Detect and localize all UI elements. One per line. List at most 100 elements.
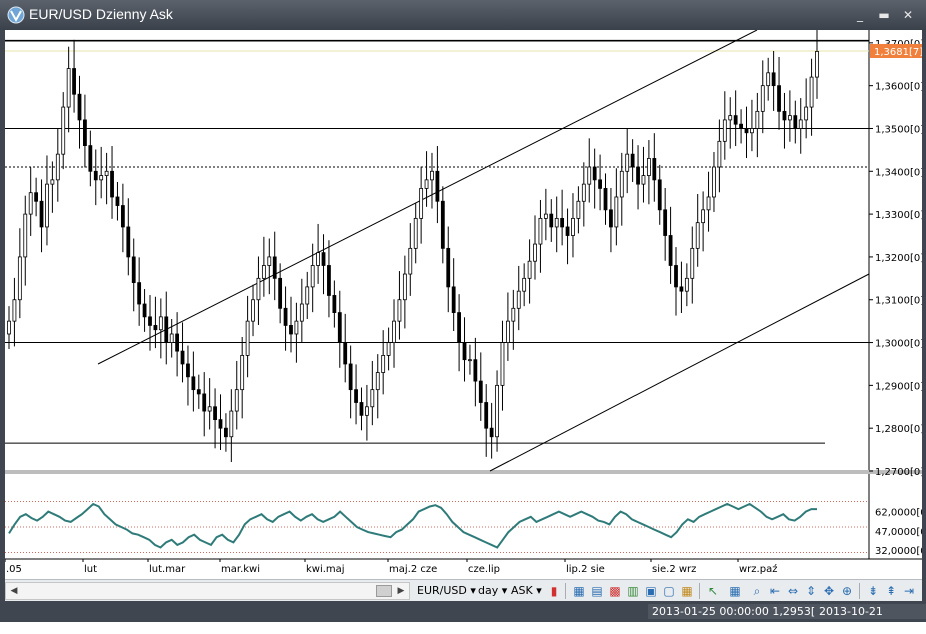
candle-body	[630, 153, 635, 168]
candle-body	[229, 410, 234, 438]
candle-body	[684, 277, 689, 292]
candle-body	[131, 256, 136, 284]
price-tick-label: 1,2800[0]	[875, 424, 922, 435]
save-template-icon[interactable]: ▦	[679, 583, 695, 599]
candle-body	[576, 200, 581, 219]
side-dropdown[interactable]: ASK ▾	[511, 583, 542, 599]
candle-body	[224, 427, 228, 438]
candle-body	[283, 307, 288, 326]
candle-body	[158, 316, 163, 331]
candle-body	[359, 402, 364, 416]
candle-body	[17, 256, 22, 301]
price-chart[interactable]: 1,2700[0] 1,2800[0] 1,2900[0] 1,3000[0] 1,31…	[5, 30, 922, 579]
template-icon[interactable]: ▢	[661, 583, 677, 599]
chart-area[interactable]: 1,2700[0] 1,2800[0] 1,2900[0] 1,3000[0] 1,31…	[5, 30, 922, 579]
candle-body	[565, 226, 570, 236]
indicator-tick-label: 62,0000[0]	[875, 508, 922, 519]
candle-body	[386, 342, 391, 356]
zoom-icon[interactable]: ⌕	[749, 583, 765, 599]
scroll-right-icon[interactable]: ▶	[395, 585, 407, 597]
scroll-start-icon[interactable]: ⇤	[767, 583, 783, 599]
candle-body	[316, 252, 321, 266]
candle-body	[175, 333, 180, 352]
trendline-lower	[489, 273, 870, 472]
timeframe-dropdown[interactable]: day ▾	[478, 583, 507, 599]
shrink-vertical-icon[interactable]: ✥	[821, 583, 837, 599]
chart-layout-icon[interactable]: ▤	[589, 583, 605, 599]
candle-body	[560, 217, 565, 228]
candle-body	[728, 115, 733, 121]
draw-tools-icon[interactable]: ▦	[727, 583, 743, 599]
indicator-icon[interactable]: ▣	[643, 583, 659, 599]
mouse-mode-icon[interactable]: ⇟	[865, 583, 881, 599]
title-bar[interactable]: EUR/USD Dzienny Ask _ ▬ ✕	[0, 0, 926, 30]
scroll-thumb[interactable]	[376, 585, 392, 597]
maximize-button[interactable]: ▬	[876, 8, 892, 22]
candle-body	[77, 93, 82, 121]
candle-body	[186, 363, 190, 378]
indicator-tick-label: 47,0000[0]	[875, 527, 922, 538]
horizontal-scrollbar[interactable]: ◀ ▶	[5, 582, 410, 600]
candle-body	[695, 222, 700, 249]
candle-body	[299, 303, 304, 322]
time-axis-label: lip.2 sie	[566, 564, 605, 575]
candle-body	[305, 286, 310, 305]
crosshair-icon[interactable]: ⇞	[883, 583, 899, 599]
candle-type-icon[interactable]: ▮	[546, 583, 562, 599]
chart-color-icon[interactable]: ▩	[607, 583, 623, 599]
chart-toolbar: ◀ ▶ EUR/USD ▾ day ▾ ASK ▾ ▮ ▦ ▤ ▩ ▥ ▣ ▢ …	[5, 579, 922, 602]
candle-body	[256, 277, 261, 301]
candle-body	[771, 72, 776, 87]
indicator-tick-label: 32,0000[0]	[875, 546, 922, 557]
scroll-end-icon[interactable]: ⇥	[901, 583, 917, 599]
candle-body	[462, 342, 467, 361]
time-axis-label: wrz.paź	[739, 563, 777, 575]
candle-body	[598, 179, 602, 189]
cursor-info: 2013-01-25 00:00:00 1,2953[7]	[648, 604, 831, 619]
candle-body	[516, 290, 521, 309]
candle-body	[717, 140, 722, 168]
candle-body	[733, 115, 738, 125]
minimize-button[interactable]: _	[852, 8, 868, 22]
candle-body	[744, 128, 749, 134]
chart-grid-icon[interactable]: ▦	[571, 583, 587, 599]
symbol-dropdown[interactable]: EUR/USD ▾	[417, 583, 476, 599]
scroll-left-icon[interactable]: ◀	[8, 585, 20, 597]
close-button[interactable]: ✕	[900, 8, 916, 22]
candle-icon[interactable]: ▥	[625, 583, 641, 599]
zoom-reset-icon[interactable]: ⊕	[839, 583, 855, 599]
candle-body	[251, 299, 255, 322]
candle-body	[99, 175, 104, 181]
window-title: EUR/USD Dzienny Ask	[29, 6, 173, 22]
shrink-horizontal-icon[interactable]: ⇔	[785, 583, 801, 599]
time-axis-label: maj.2 cze	[389, 564, 437, 575]
candle-body	[354, 389, 358, 403]
candle-body	[93, 170, 98, 181]
candle-body	[115, 196, 120, 206]
candle-body	[511, 307, 516, 322]
candle-body	[39, 200, 44, 228]
candle-body	[701, 209, 706, 224]
candle-body	[34, 192, 39, 202]
price-tick-label: 1,3300[0]	[875, 210, 922, 221]
candle-body	[207, 406, 212, 412]
candle-body	[327, 265, 331, 296]
time-axis-label: lut	[84, 564, 97, 575]
candle-body	[554, 217, 559, 228]
time-axis-label: lut.mar	[149, 564, 186, 575]
price-tick-label: 1,3600[0]	[875, 82, 922, 93]
price-tick-label: 1,3500[0]	[875, 124, 922, 135]
toolbar-separator	[699, 583, 700, 599]
candle-body	[657, 179, 662, 211]
candle-body	[641, 175, 646, 185]
candle-body	[571, 217, 575, 236]
candle-body	[169, 333, 174, 343]
candle-body	[310, 265, 315, 288]
candle-body	[435, 170, 440, 202]
candle-body	[191, 376, 196, 391]
stretch-vertical-icon[interactable]: ⇕	[803, 583, 819, 599]
candle-body	[337, 312, 342, 343]
price-tick-label: 1,2700[0]	[875, 467, 922, 478]
candle-body	[88, 145, 93, 172]
cursor-arrow-icon[interactable]: ↖	[705, 583, 721, 599]
